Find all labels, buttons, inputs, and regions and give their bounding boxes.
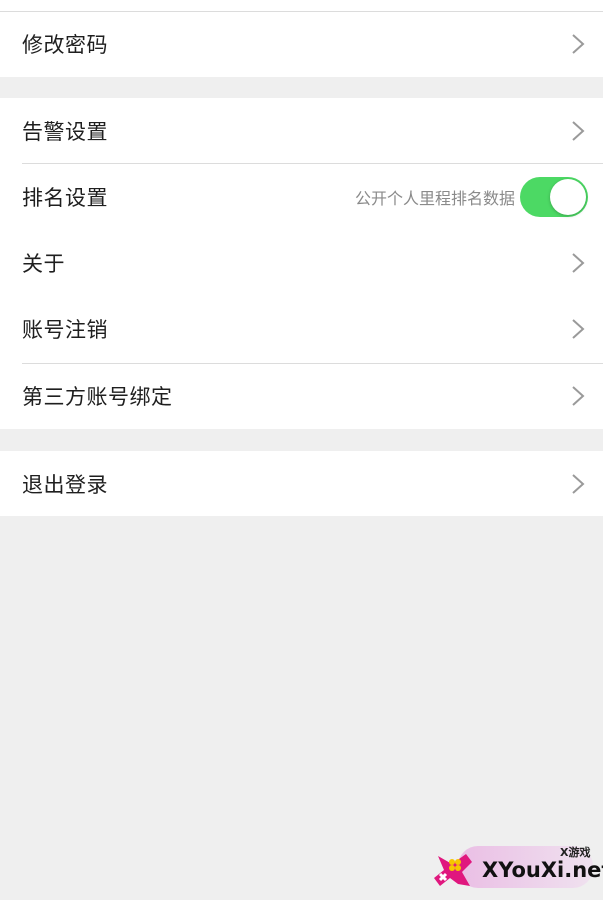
group-account-security: 修改密码 [0, 0, 603, 77]
ranking-public-hint: 公开个人里程排名数据 [354, 189, 515, 208]
chevron-right-icon [572, 34, 585, 54]
chevron-right-icon [572, 386, 585, 406]
group-general-settings: 告警设置 排名设置 公开个人里程排名数据 关于 账号注销 第三方账号绑定 [0, 98, 603, 429]
ranking-settings-label: 排名设置 [22, 186, 108, 210]
logout-row[interactable]: 退出登录 [0, 451, 603, 516]
logout-label: 退出登录 [22, 472, 108, 497]
account-cancel-row[interactable]: 账号注销 [0, 296, 603, 362]
change-password-row[interactable]: 修改密码 [0, 11, 603, 77]
ranking-public-toggle[interactable] [520, 177, 588, 217]
third-party-binding-row[interactable]: 第三方账号绑定 [0, 363, 603, 429]
ranking-settings-row: 排名设置 公开个人里程排名数据 [0, 164, 603, 230]
alarm-settings-label: 告警设置 [22, 120, 108, 144]
chevron-right-icon [572, 253, 585, 273]
third-party-binding-label: 第三方账号绑定 [22, 385, 173, 409]
about-row[interactable]: 关于 [0, 230, 603, 296]
chevron-right-icon [572, 319, 585, 339]
group-logout: 退出登录 [0, 451, 603, 516]
chevron-right-icon [572, 121, 585, 141]
watermark: X游戏 XYouXi.net [432, 842, 603, 894]
account-cancel-label: 账号注销 [22, 318, 108, 342]
settings-screen: 修改密码 告警设置 排名设置 公开个人里程排名数据 关于 账号注销 第三方账号绑… [0, 0, 603, 900]
change-password-label: 修改密码 [22, 33, 108, 57]
about-label: 关于 [22, 252, 65, 276]
toggle-knob [550, 179, 586, 215]
gamepad-logo-icon [434, 854, 472, 886]
alarm-settings-row[interactable]: 告警设置 [0, 98, 603, 164]
chevron-right-icon [572, 473, 585, 494]
watermark-main-text: XYouXi.net [482, 858, 603, 882]
